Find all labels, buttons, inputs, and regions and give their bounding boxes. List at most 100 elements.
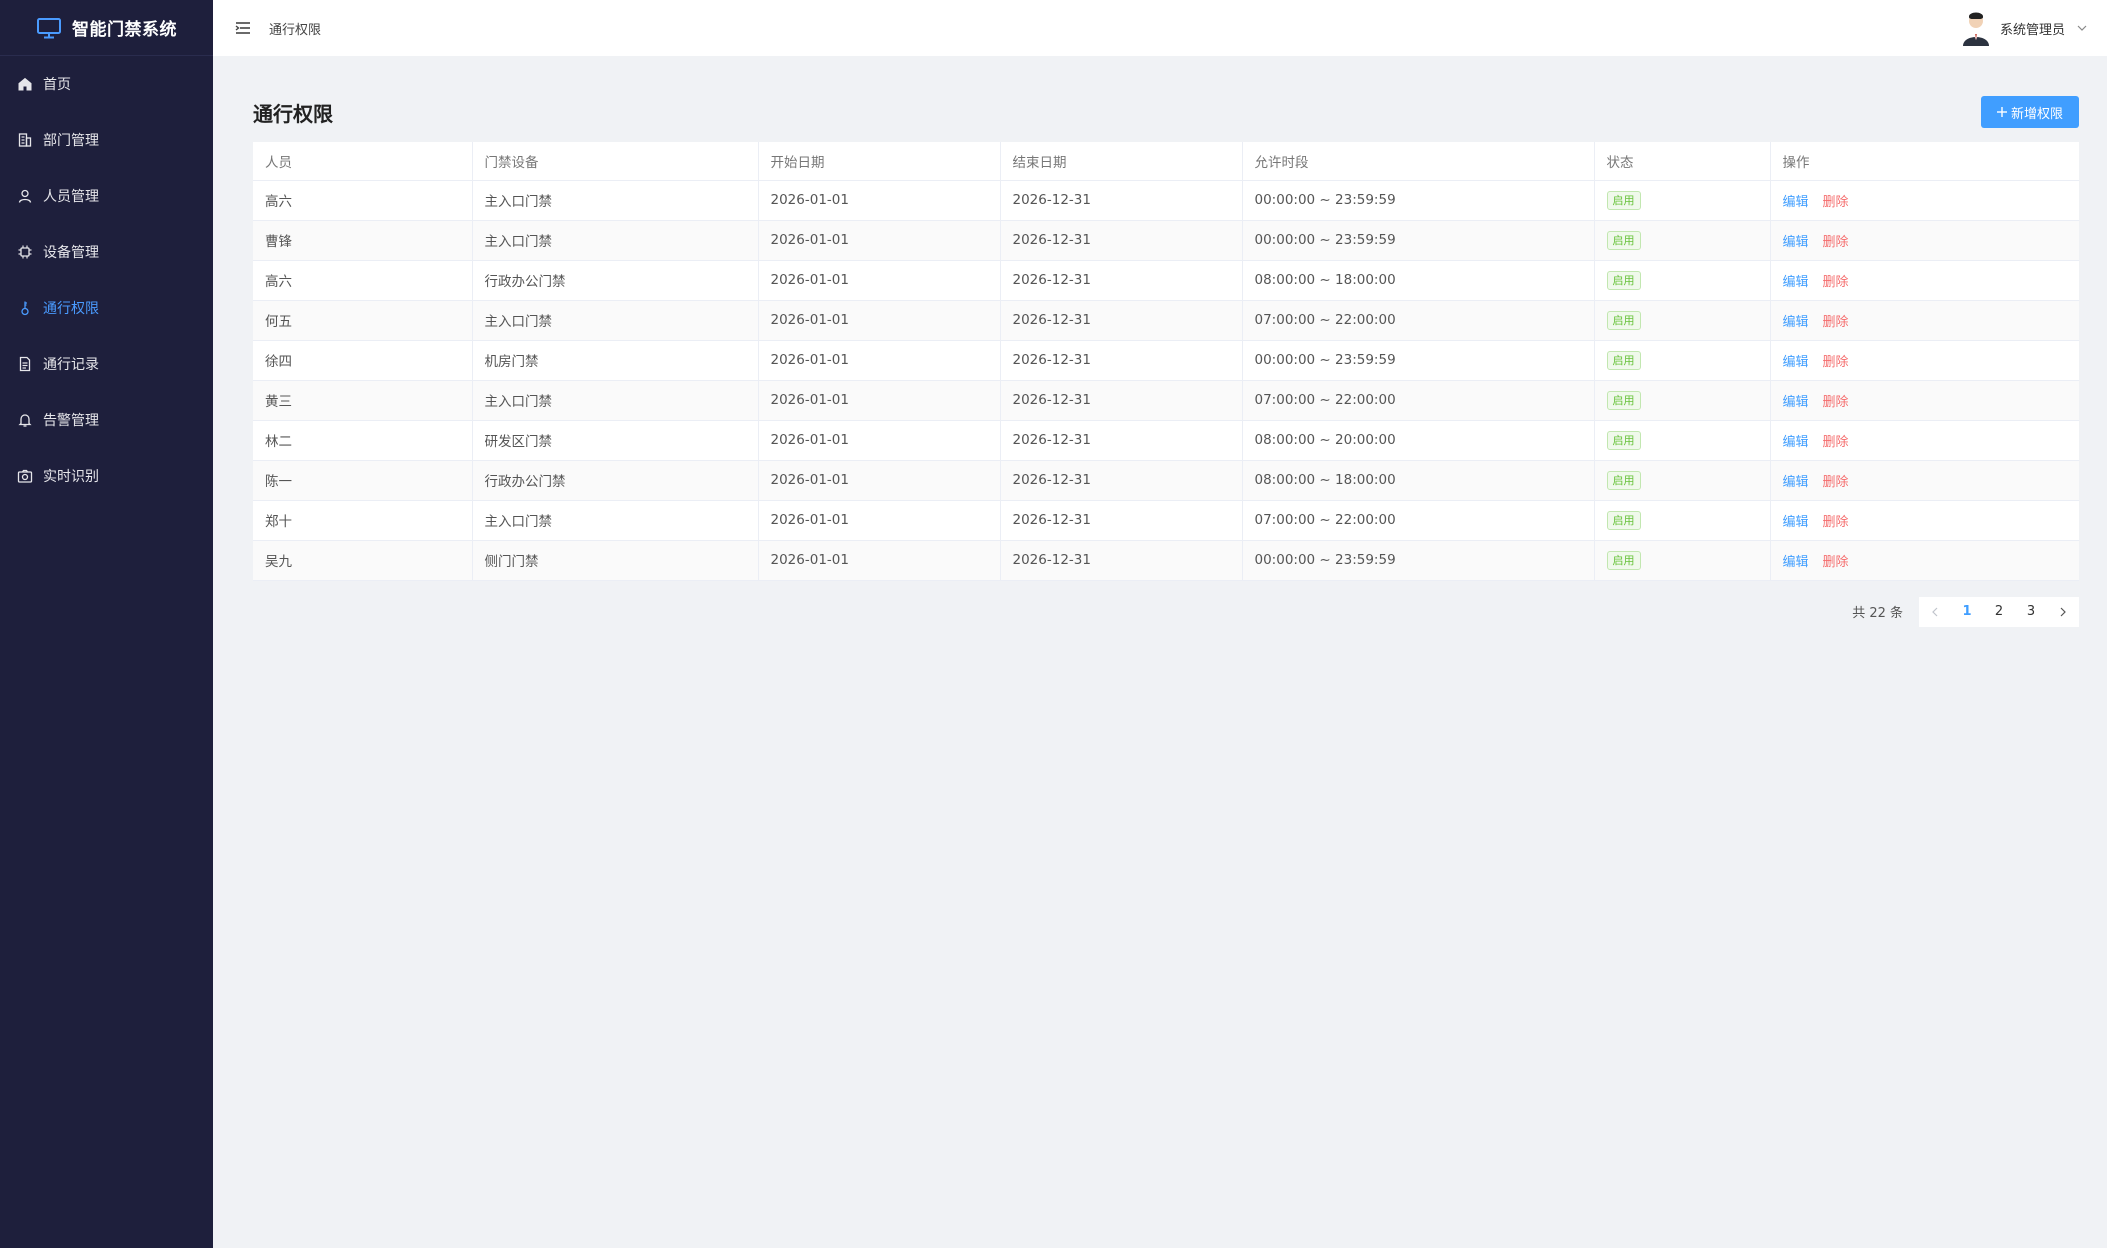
status-badge: 启用: [1606, 230, 1641, 250]
app-title: 智能门禁系统: [72, 20, 177, 40]
bell-icon: [18, 414, 32, 427]
avatar: [1962, 12, 1989, 46]
edit-button[interactable]: 编辑: [1783, 195, 1809, 210]
cell-device: 侧门门禁: [472, 540, 759, 581]
table-row: 高六 行政办公门禁 2026-01-01 2026-12-31 08:00:00 ~ 1…: [253, 260, 2079, 301]
sidebar-item-personnel[interactable]: 人员管理: [0, 168, 213, 224]
cell-person: 高六: [253, 180, 473, 221]
edit-button[interactable]: 编辑: [1783, 395, 1809, 410]
table-row: 何五 主入口门禁 2026-01-01 2026-12-31 07:00:00 ~ 22…: [253, 300, 2079, 341]
sidebar-item-departments[interactable]: 部门管理: [0, 112, 213, 168]
user-icon: [18, 189, 32, 203]
add-button-label: 新增权限: [2010, 106, 2063, 122]
edit-button[interactable]: 编辑: [1783, 555, 1809, 570]
user-menu[interactable]: 系统管理员: [1960, 10, 2087, 46]
cell-device: 主入口门禁: [472, 300, 759, 341]
cell-allowed-period: 00:00:00 ~ 23:59:59: [1242, 340, 1595, 381]
camera-icon: [17, 469, 33, 483]
plus-icon: [1996, 107, 2007, 117]
page-button-2[interactable]: 2: [1983, 596, 2015, 627]
status-badge: 启用: [1606, 270, 1641, 290]
sidebar-item-home[interactable]: 首页: [0, 56, 213, 112]
table-row: 高六 主入口门禁 2026-01-01 2026-12-31 00:00:00 ~ 23…: [253, 180, 2079, 221]
delete-button[interactable]: 删除: [1823, 515, 1849, 530]
delete-button[interactable]: 删除: [1823, 395, 1849, 410]
sidebar-item-live-recognition[interactable]: 实时识别: [0, 448, 213, 504]
breadcrumb: 通行权限: [269, 22, 322, 38]
home-icon: [18, 77, 32, 91]
sidebar-item-access-records[interactable]: 通行记录: [0, 336, 213, 392]
sidebar-item-label: 人员管理: [43, 189, 99, 205]
cell-allowed-period: 08:00:00 ~ 18:00:00: [1242, 260, 1595, 301]
menu-toggle-icon[interactable]: [235, 21, 251, 35]
table-row: 吴九 侧门门禁 2026-01-01 2026-12-31 00:00:00 ~ 23:…: [253, 540, 2079, 581]
next-page-button[interactable]: [2047, 596, 2079, 627]
edit-button[interactable]: 编辑: [1783, 435, 1809, 450]
delete-button[interactable]: 删除: [1823, 235, 1849, 250]
cell-device: 主入口门禁: [472, 180, 759, 221]
cell-status: 启用: [1594, 300, 1771, 341]
page-title: 通行权限: [253, 101, 333, 126]
cell-device: 主入口门禁: [472, 220, 759, 261]
cell-allowed-period: 07:00:00 ~ 22:00:00: [1242, 300, 1595, 341]
sidebar-item-access-permission[interactable]: 通行权限: [0, 280, 213, 336]
cell-start-date: 2026-01-01: [758, 540, 1001, 581]
cell-person: 吴九: [253, 540, 473, 581]
cell-person: 林二: [253, 420, 473, 461]
edit-button[interactable]: 编辑: [1783, 475, 1809, 490]
cell-actions: 编辑 删除: [1770, 380, 2079, 421]
delete-button[interactable]: 删除: [1823, 475, 1849, 490]
column-header: 人员: [253, 142, 473, 181]
cell-actions: 编辑 删除: [1770, 420, 2079, 461]
column-header: 结束日期: [1000, 142, 1243, 181]
column-header: 操作: [1770, 142, 2079, 181]
edit-button[interactable]: 编辑: [1783, 315, 1809, 330]
sidebar-item-alarms[interactable]: 告警管理: [0, 392, 213, 448]
cell-person: 曹锋: [253, 220, 473, 261]
chevron-left-icon: [1932, 607, 1938, 616]
edit-button[interactable]: 编辑: [1783, 515, 1809, 530]
cell-end-date: 2026-12-31: [1000, 420, 1243, 461]
column-header: 门禁设备: [472, 142, 759, 181]
cell-actions: 编辑 删除: [1770, 300, 2079, 341]
delete-button[interactable]: 删除: [1823, 315, 1849, 330]
cell-start-date: 2026-01-01: [758, 500, 1001, 541]
column-header: 允许时段: [1242, 142, 1595, 181]
sidebar-item-label: 部门管理: [43, 133, 99, 149]
cell-device: 行政办公门禁: [472, 260, 759, 301]
cell-person: 徐四: [253, 340, 473, 381]
cell-end-date: 2026-12-31: [1000, 220, 1243, 261]
sidebar-item-devices[interactable]: 设备管理: [0, 224, 213, 280]
sidebar-menu: 首页 部门管理 人员管理 设备管理 通行权限 通行记录 告警管理 实时识别: [0, 56, 213, 504]
cell-device: 行政办公门禁: [472, 460, 759, 501]
cell-start-date: 2026-01-01: [758, 180, 1001, 221]
cell-status: 启用: [1594, 460, 1771, 501]
prev-page-button[interactable]: [1919, 596, 1951, 627]
edit-button[interactable]: 编辑: [1783, 275, 1809, 290]
cell-person: 何五: [253, 300, 473, 341]
delete-button[interactable]: 删除: [1823, 435, 1849, 450]
status-badge: 启用: [1606, 510, 1641, 530]
cell-status: 启用: [1594, 340, 1771, 381]
page-button-3[interactable]: 3: [2015, 596, 2047, 627]
status-badge: 启用: [1606, 310, 1641, 330]
status-badge: 启用: [1606, 430, 1641, 450]
delete-button[interactable]: 删除: [1823, 355, 1849, 370]
status-badge: 启用: [1606, 390, 1641, 410]
key-icon: [21, 301, 29, 316]
table-header-row: 人员 门禁设备 开始日期 结束日期 允许时段 状态 操作: [253, 142, 2079, 181]
edit-button[interactable]: 编辑: [1783, 235, 1809, 250]
delete-button[interactable]: 删除: [1823, 555, 1849, 570]
delete-button[interactable]: 删除: [1823, 195, 1849, 210]
page-button-1[interactable]: 1: [1951, 596, 1983, 627]
title-row: 通行权限 新增权限: [253, 96, 2079, 128]
cell-status: 启用: [1594, 540, 1771, 581]
delete-button[interactable]: 删除: [1823, 275, 1849, 290]
cell-end-date: 2026-12-31: [1000, 460, 1243, 501]
cell-actions: 编辑 删除: [1770, 460, 2079, 501]
cell-end-date: 2026-12-31: [1000, 340, 1243, 381]
cell-allowed-period: 00:00:00 ~ 23:59:59: [1242, 220, 1595, 261]
add-permission-button[interactable]: 新增权限: [1980, 96, 2079, 128]
cell-start-date: 2026-01-01: [758, 220, 1001, 261]
edit-button[interactable]: 编辑: [1783, 355, 1809, 370]
